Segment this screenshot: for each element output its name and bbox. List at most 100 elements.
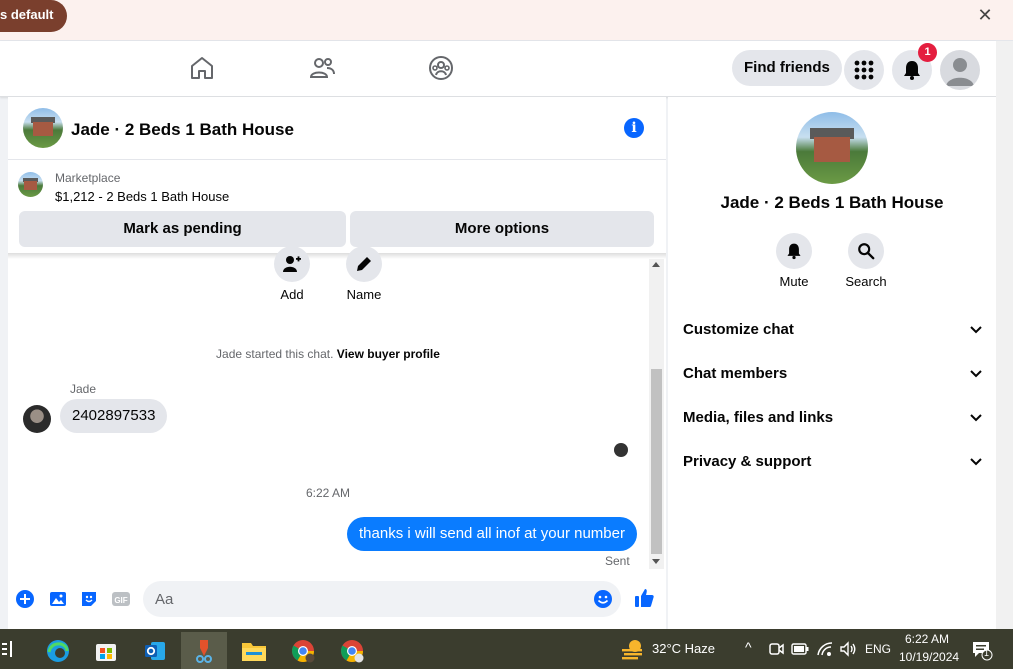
pencil-icon (357, 257, 371, 271)
view-buyer-profile-link[interactable]: View buyer profile (337, 347, 440, 361)
scroll-thumb[interactable] (651, 369, 662, 554)
message-input[interactable] (155, 581, 575, 617)
scissors-icon (196, 639, 212, 663)
chat-members-section[interactable]: Chat members (683, 365, 983, 387)
message-composer[interactable] (143, 581, 621, 617)
volume-icon[interactable] (839, 641, 857, 657)
notification-center-icon[interactable] (971, 639, 993, 661)
scroll-down-arrow[interactable] (652, 559, 660, 564)
friends-icon[interactable] (307, 53, 337, 83)
haze-weather-icon[interactable] (620, 638, 646, 660)
photo-icon[interactable] (48, 589, 68, 609)
listing-avatar[interactable] (23, 108, 63, 148)
outlook-app[interactable] (132, 632, 178, 669)
marketplace-thumbnail[interactable] (18, 172, 43, 197)
thumbs-up-icon[interactable] (633, 587, 655, 609)
meet-icon[interactable] (768, 641, 784, 657)
wifi-icon[interactable] (816, 641, 834, 657)
default-avatar-icon (946, 58, 974, 86)
clock-date[interactable]: 10/19/2024 (899, 650, 959, 664)
windows-taskbar: 32°C Haze ^ ENG 6:22 AM 10/19/2024 1 (0, 629, 1013, 669)
more-options-button[interactable]: More options (350, 211, 654, 247)
add-label: Add (280, 287, 304, 302)
task-view-icon[interactable] (2, 641, 16, 657)
emoji-icon[interactable] (593, 589, 613, 609)
chat-info-panel: Jade · 2 Beds 1 Bath House Mute Search C… (668, 97, 996, 629)
chat-started-notice: Jade started this chat. View buyer profi… (8, 347, 648, 361)
add-button[interactable] (274, 246, 310, 282)
chevron-down-icon (970, 458, 982, 466)
chat-members-label: Chat members (683, 365, 788, 382)
find-friends-button[interactable]: Find friends (732, 50, 842, 86)
sticker-icon[interactable] (79, 589, 99, 609)
file-explorer-app[interactable] (231, 632, 277, 669)
edge-app[interactable] (35, 632, 81, 669)
incoming-message[interactable]: 2402897533 (60, 399, 168, 433)
marketplace-label: Marketplace (55, 171, 121, 185)
customize-chat-section[interactable]: Customize chat (683, 321, 983, 343)
home-icon[interactable] (187, 53, 217, 83)
privacy-support-section[interactable]: Privacy & support (683, 453, 983, 475)
media-files-links-section[interactable]: Media, files and links (683, 409, 983, 431)
info-icon[interactable]: i (624, 118, 644, 138)
profile-avatar[interactable] (940, 50, 980, 90)
chevron-down-icon (970, 370, 982, 378)
mute-button[interactable] (776, 233, 812, 269)
window-scrollbar[interactable] (996, 41, 1013, 629)
chevron-down-icon (970, 326, 982, 334)
top-navigation: Find friends (0, 41, 996, 97)
menu-grid-button[interactable] (844, 50, 884, 90)
notification-badge: 1 (918, 43, 937, 62)
listing-large-avatar[interactable] (796, 112, 868, 184)
chrome-profile-app[interactable] (329, 632, 375, 669)
bell-icon (787, 243, 801, 260)
outlook-icon (145, 641, 165, 660)
mark-as-pending-button[interactable]: Mark as pending (19, 211, 346, 247)
divider (8, 253, 666, 259)
grid-icon (854, 60, 874, 80)
message-timestamp: 6:22 AM (305, 486, 351, 500)
privacy-support-label: Privacy & support (683, 453, 812, 470)
chrome-icon (341, 639, 364, 662)
show-hidden-icons-chevron[interactable]: ^ (745, 639, 752, 655)
language-indicator[interactable]: ENG (865, 642, 891, 656)
search-button[interactable] (848, 233, 884, 269)
chat-scrollbar[interactable] (649, 259, 664, 569)
chrome-icon (292, 639, 315, 662)
default-pill-button[interactable]: s default (0, 0, 68, 32)
top-banner: s default ✕ (0, 0, 1013, 41)
customize-chat-label: Customize chat (683, 321, 794, 338)
sent-status: Sent (605, 554, 630, 568)
name-label: Name (346, 287, 382, 302)
add-person-icon (283, 256, 301, 272)
battery-icon[interactable] (791, 642, 809, 656)
close-icon[interactable]: ✕ (975, 6, 995, 26)
mute-label: Mute (779, 274, 809, 289)
sender-avatar[interactable] (23, 405, 51, 433)
plus-circle-icon[interactable] (15, 589, 35, 609)
chat-title[interactable]: Jade · 2 Beds 1 Bath House (71, 120, 294, 140)
clock-time[interactable]: 6:22 AM (905, 632, 949, 646)
weather-text[interactable]: 32°C Haze (652, 641, 715, 656)
listing-price[interactable]: $1,212 - 2 Beds 1 Bath House (55, 189, 229, 204)
notification-center-count: 1 (984, 648, 990, 658)
search-icon (858, 243, 875, 260)
media-files-links-label: Media, files and links (683, 409, 834, 426)
name-button[interactable] (346, 246, 382, 282)
chat-panel: Jade · 2 Beds 1 Bath House i Marketplace… (8, 97, 666, 629)
gif-icon[interactable]: GIF (111, 589, 131, 609)
folder-icon (242, 642, 266, 661)
chat-header: Jade · 2 Beds 1 Bath House i (8, 97, 666, 160)
snipping-tool-app[interactable] (181, 632, 227, 669)
store-app[interactable] (83, 632, 129, 669)
svg-text:GIF: GIF (114, 596, 127, 605)
groups-icon[interactable] (426, 53, 456, 83)
side-panel-title: Jade · 2 Beds 1 Bath House (720, 193, 944, 212)
store-icon (96, 643, 116, 661)
chevron-down-icon (970, 414, 982, 422)
scroll-up-arrow[interactable] (652, 262, 660, 267)
outgoing-message[interactable]: thanks i will send all inof at your numb… (347, 517, 637, 551)
chrome-app[interactable] (280, 632, 326, 669)
edge-icon (47, 639, 69, 662)
search-label: Search (845, 274, 887, 289)
